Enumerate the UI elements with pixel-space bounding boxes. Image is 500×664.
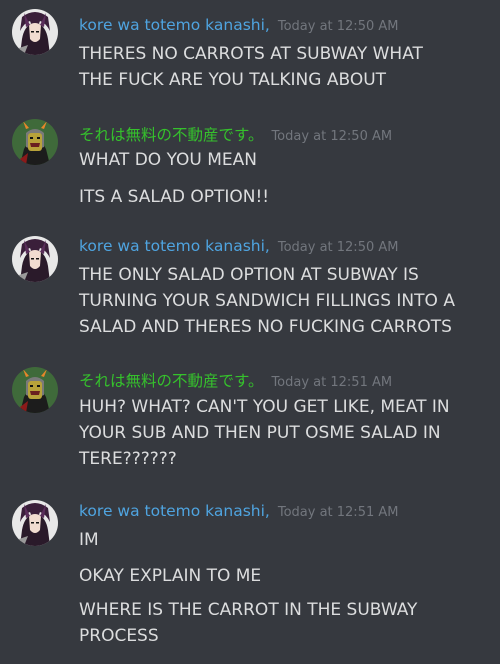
message-line: THE ONLY SALAD OPTION AT SUBWAY IS [79,265,419,285]
message-line: YOUR SUB AND THEN PUT OSME SALAD IN [79,423,441,443]
anime-character-avatar-icon[interactable] [12,500,58,546]
message-line: TERE?????? [79,449,177,469]
anime-character-avatar-icon[interactable] [12,236,58,282]
timestamp: Today at 12:51 AM [277,505,399,520]
message-line: TURNING YOUR SANDWICH FILLINGS INTO A [79,291,455,311]
username[interactable]: kore wa totemo kanashi, [79,502,270,520]
message-line: THE FUCK ARE YOU TALKING ABOUT [79,70,387,90]
timestamp: Today at 12:50 AM [277,240,399,255]
message-line: WHERE IS THE CARROT IN THE SUBWAY [79,600,418,620]
username[interactable]: それは無料の不動産です。 [79,372,263,390]
message-line: IM [79,530,99,550]
troll-character-avatar-icon[interactable] [12,119,58,165]
message-line: SALAD AND THERES NO FUCKING CARROTS [79,317,452,337]
message-line: WHAT DO YOU MEAN [79,150,258,170]
message-line: OKAY EXPLAIN TO ME [79,566,262,586]
message-line: THERES NO CARROTS AT SUBWAY WHAT [79,44,423,64]
message-line: HUH? WHAT? CAN'T YOU GET LIKE, MEAT IN [79,397,450,417]
timestamp: Today at 12:51 AM [271,375,393,390]
troll-character-avatar-icon[interactable] [12,367,58,413]
message-line: ITS A SALAD OPTION!! [79,187,270,207]
message-line: PROCESS [79,626,159,646]
timestamp: Today at 12:50 AM [277,19,399,34]
timestamp: Today at 12:50 AM [271,129,393,144]
username[interactable]: kore wa totemo kanashi, [79,237,270,255]
username[interactable]: kore wa totemo kanashi, [79,16,270,34]
anime-character-avatar-icon[interactable] [12,9,58,55]
username[interactable]: それは無料の不動産です。 [79,126,263,144]
